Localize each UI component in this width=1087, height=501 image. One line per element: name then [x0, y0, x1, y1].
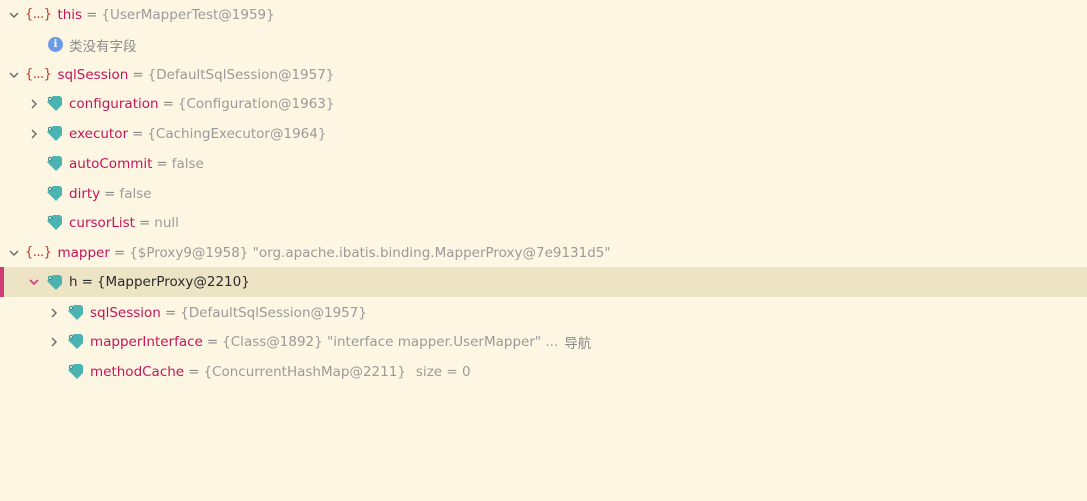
chevron-down-icon[interactable] — [7, 68, 21, 82]
variable-value: {Configuration@1963} — [177, 95, 335, 112]
variable-name: mapper — [57, 244, 110, 261]
field-tag-icon — [46, 155, 63, 172]
variable-value: false — [171, 155, 204, 172]
variable-value: {UserMapperTest@1959} — [101, 6, 275, 23]
field-tag-icon — [67, 333, 84, 350]
variables-tree: {...} this = {UserMapperTest@1959} i 类没有… — [0, 0, 1087, 501]
variable-value: {$Proxy9@1958} "org.apache.ibatis.bindin… — [129, 244, 611, 261]
field-tag-icon — [67, 363, 84, 380]
variable-value: {DefaultSqlSession@1957} — [180, 304, 367, 321]
field-tag-icon — [46, 185, 63, 202]
field-tag-icon — [46, 125, 63, 142]
equals-sign: = — [81, 274, 93, 290]
field-tag-icon — [46, 95, 63, 112]
chevron-right-icon[interactable] — [27, 127, 41, 141]
chevron-down-icon[interactable] — [7, 8, 21, 22]
equals-sign: = — [104, 185, 116, 202]
tree-row-configuration[interactable]: configuration = {Configuration@1963} — [0, 89, 1087, 118]
tree-row-h-selected[interactable]: h = {MapperProxy@2210} — [0, 267, 1087, 297]
object-icon: {...} — [25, 7, 52, 22]
tree-row-info-message: i 类没有字段 — [0, 30, 1087, 59]
variable-value: false — [119, 185, 152, 202]
field-tag-icon — [46, 274, 63, 291]
variable-name: dirty — [69, 185, 101, 202]
equals-sign: = — [156, 155, 168, 172]
tree-row-sqlsession[interactable]: {...} sqlSession = {DefaultSqlSession@19… — [0, 60, 1087, 89]
tree-row-executor[interactable]: executor = {CachingExecutor@1964} — [0, 119, 1087, 148]
chevron-down-icon[interactable] — [7, 246, 21, 260]
chevron-down-icon[interactable] — [27, 275, 41, 289]
tree-row-mapper[interactable]: {...} mapper = {$Proxy9@1958} "org.apach… — [0, 238, 1087, 267]
navigate-link[interactable]: 导航 — [558, 332, 591, 352]
equals-sign: = — [188, 363, 200, 380]
tree-row-methodcache[interactable]: methodCache = {ConcurrentHashMap@2211} s… — [0, 357, 1087, 386]
field-tag-icon — [67, 304, 84, 321]
variable-value: {CachingExecutor@1964} — [147, 125, 327, 142]
equals-sign: = — [138, 214, 151, 231]
equals-sign: = — [86, 6, 98, 23]
variable-name: sqlSession — [90, 304, 161, 321]
no-fields-message: 类没有字段 — [69, 38, 137, 55]
info-icon: i — [48, 37, 63, 52]
equals-sign: = — [132, 125, 144, 142]
tree-row-autocommit[interactable]: autoCommit = false — [0, 149, 1087, 178]
variable-value: {Class@1892} "interface mapper.UserMappe… — [222, 333, 559, 350]
variable-value: {DefaultSqlSession@1957} — [147, 66, 335, 83]
equals-sign: = — [113, 244, 126, 261]
variable-name: sqlSession — [57, 66, 129, 83]
equals-sign: = — [162, 95, 174, 112]
tree-row-mapperinterface[interactable]: mapperInterface = {Class@1892} "interfac… — [0, 327, 1087, 356]
variable-name: autoCommit — [69, 155, 153, 172]
collection-size: size = 0 — [415, 363, 471, 380]
variable-value: {MapperProxy@2210} — [96, 274, 250, 290]
variable-name: mapperInterface — [90, 333, 203, 350]
tree-row-this[interactable]: {...} this = {UserMapperTest@1959} — [0, 0, 1087, 29]
chevron-right-icon[interactable] — [47, 306, 61, 320]
variable-value: {ConcurrentHashMap@2211} — [203, 363, 406, 380]
equals-sign: = — [206, 333, 219, 350]
equals-sign: = — [164, 304, 177, 321]
variable-name: cursorList — [69, 214, 135, 231]
tree-row-nested-sqlsession[interactable]: sqlSession = {DefaultSqlSession@1957} — [0, 298, 1087, 327]
object-icon: {...} — [25, 245, 52, 260]
variable-value: null — [154, 214, 179, 231]
object-icon: {...} — [25, 67, 52, 82]
tree-row-cursorlist[interactable]: cursorList = null — [0, 208, 1087, 237]
tree-row-dirty[interactable]: dirty = false — [0, 179, 1087, 208]
variable-name: h — [69, 274, 78, 290]
chevron-right-icon[interactable] — [27, 97, 41, 111]
variable-name: executor — [69, 125, 129, 142]
variable-name: methodCache — [90, 363, 185, 380]
chevron-right-icon[interactable] — [47, 335, 61, 349]
variable-name: configuration — [69, 95, 159, 112]
equals-sign: = — [132, 66, 144, 83]
variable-name: this — [57, 6, 83, 23]
field-tag-icon — [46, 214, 63, 231]
